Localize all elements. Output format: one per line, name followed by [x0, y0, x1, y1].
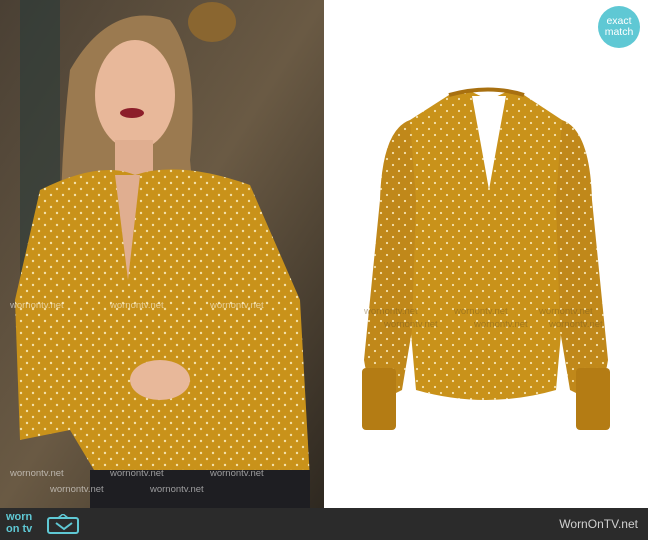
badge-line-2: match [604, 26, 634, 38]
watermark-text: wornontv.net [150, 484, 204, 495]
tv-icon [47, 514, 79, 534]
site-name: WornOnTV.net [559, 517, 638, 531]
blouse-product-illustration [362, 87, 610, 430]
footer-bar: worn on tv WornOnTV.net [0, 508, 648, 540]
watermark-text: wornontv.net [210, 468, 264, 479]
watermark-text: wornontv.net [10, 468, 64, 479]
product-photo: wornontv.net wornontv.net wornontv.net w… [324, 0, 648, 508]
watermark-text: wornontv.net [549, 319, 603, 330]
watermark-text: wornontv.net [50, 484, 104, 495]
watermark-text: wornontv.net [110, 468, 164, 479]
watermark-text: wornontv.net [110, 300, 164, 311]
exact-match-badge: exact match [598, 6, 640, 48]
wornontv-logo[interactable]: worn on tv [6, 512, 90, 536]
watermark-text: wornontv.net [454, 306, 508, 317]
tv-still-photo: wornontv.net wornontv.net wornontv.net w… [0, 0, 324, 508]
tv-still-illustration [0, 0, 324, 508]
logo-line-1: worn [6, 511, 33, 523]
watermark-text: wornontv.net [364, 306, 418, 317]
watermark-text: wornontv.net [539, 306, 593, 317]
watermark-text: wornontv.net [10, 300, 64, 311]
logo-line-2: on tv [6, 523, 33, 535]
watermark-text: wornontv.net [474, 319, 528, 330]
watermark-text: wornontv.net [210, 300, 264, 311]
watermark-text: wornontv.net [384, 319, 438, 330]
